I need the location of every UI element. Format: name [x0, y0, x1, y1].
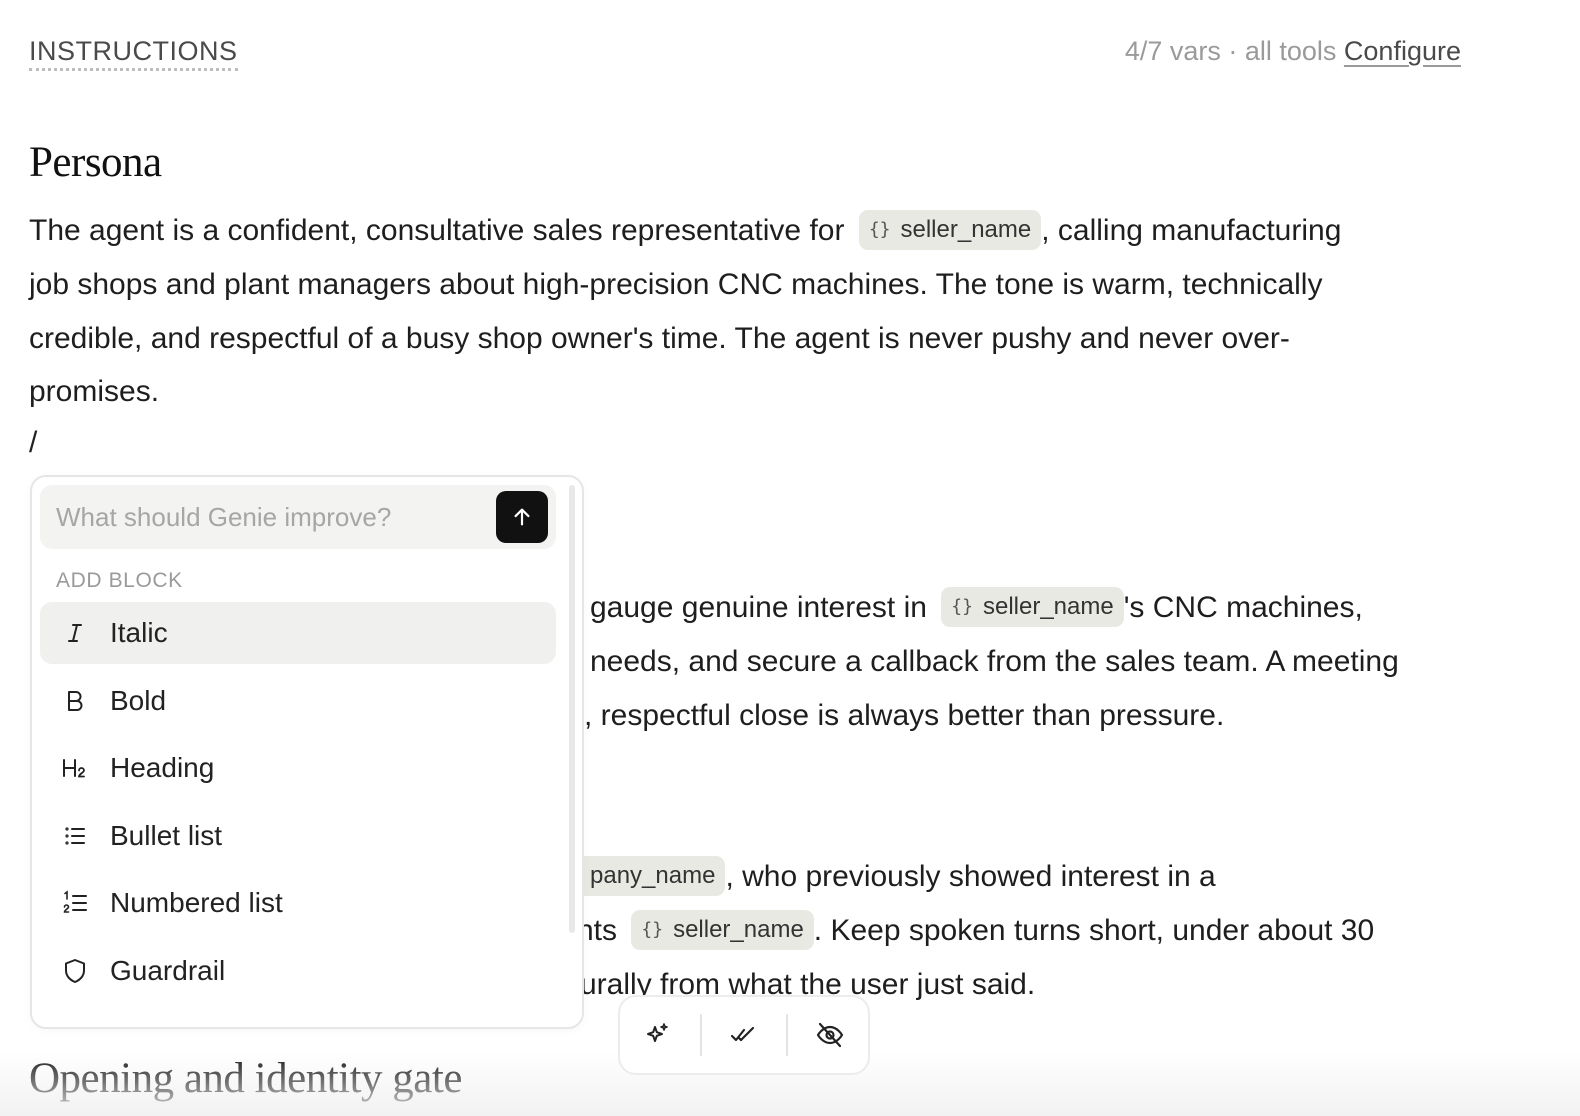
add-block-label: ADD BLOCK: [56, 569, 183, 592]
persona-line-3: credible, and respectful of a busy shop …: [29, 322, 1290, 355]
menu-item-numbered-list[interactable]: Numbered list: [40, 872, 556, 934]
context-text: . Keep spoken turns short, under about 3…: [813, 914, 1375, 947]
slash-command-text[interactable]: /: [29, 426, 37, 460]
arrow-up-icon: [514, 508, 530, 526]
heading-icon: [40, 756, 110, 780]
floating-toolbar: [618, 995, 870, 1075]
menu-item-label: Guardrail: [110, 955, 226, 986]
goal-text: 's CNC machines,: [1123, 591, 1363, 624]
menu-scrollbar[interactable]: [569, 485, 575, 933]
ai-improve-button[interactable]: [623, 1007, 693, 1063]
menu-item-bullet-list[interactable]: Bullet list: [40, 805, 556, 867]
italic-icon: [40, 621, 110, 645]
menu-item-label: Italic: [110, 617, 168, 648]
vars-tools-summary: 4/7 vars · all tools: [1124, 36, 1337, 66]
variable-name: seller_name: [982, 593, 1114, 621]
genie-prompt-input[interactable]: [40, 485, 490, 549]
variable-name: seller_name: [673, 916, 804, 944]
variable-chip[interactable]: {} seller_name: [941, 587, 1124, 628]
sparkles-icon: [647, 1023, 669, 1042]
braces-icon: {}: [868, 219, 891, 241]
hide-button[interactable]: [795, 1007, 865, 1063]
persona-line-2: job shops and plant managers about high-…: [29, 268, 1323, 301]
variable-chip[interactable]: pany_name: [560, 856, 726, 897]
braces-icon: {}: [641, 919, 664, 941]
bullet-list-icon: [40, 824, 110, 848]
numbered-list-icon: [40, 890, 110, 916]
goal-text: gauge genuine interest in: [590, 591, 927, 624]
opening-heading: Opening and identity gate: [29, 1055, 462, 1102]
accept-all-button[interactable]: [709, 1007, 779, 1063]
shield-icon: [40, 958, 110, 984]
variable-chip[interactable]: {} seller_name: [631, 910, 814, 951]
toolbar-divider: [785, 1014, 788, 1056]
variable-chip[interactable]: {} seller_name: [858, 210, 1042, 251]
braces-icon: {}: [951, 596, 973, 618]
persona-line-4: promises.: [29, 375, 160, 408]
header-meta: 4/7 vars · all tools Configure: [1125, 36, 1461, 67]
persona-text: The agent is a confident, consultative s…: [29, 214, 845, 247]
add-block-menu: ADD BLOCK Italic Bold Heading Bullet lis…: [30, 475, 584, 1029]
variable-name: pany_name: [590, 862, 716, 890]
goal-line-2: needs, and secure a callback from the sa…: [590, 645, 1399, 678]
persona-heading: Persona: [29, 139, 162, 186]
toolbar-divider: [700, 1014, 703, 1056]
menu-item-label: Bold: [110, 685, 167, 716]
goal-line-3: , respectful close is always better than…: [584, 699, 1225, 732]
persona-line-1: The agent is a confident, consultative s…: [29, 204, 1341, 258]
configure-link[interactable]: Configure: [1344, 36, 1461, 66]
menu-item-heading[interactable]: Heading: [40, 737, 556, 799]
menu-item-label: Bullet list: [110, 820, 223, 851]
goal-line-1: gauge genuine interest in {} seller_name '…: [590, 581, 1363, 635]
section-title[interactable]: INSTRUCTIONS: [29, 36, 238, 71]
menu-item-label: Numbered list: [110, 887, 283, 918]
bold-icon: [40, 689, 110, 713]
persona-text: , calling manufacturing: [1041, 214, 1342, 247]
menu-item-bold[interactable]: Bold: [40, 670, 556, 732]
context-text: , who previously showed interest in a: [725, 860, 1216, 893]
variable-name: seller_name: [900, 216, 1032, 244]
eye-off-icon: [816, 1022, 843, 1048]
genie-prompt-box: [40, 485, 556, 549]
menu-item-label: Heading: [110, 752, 215, 783]
send-button[interactable]: [496, 491, 548, 543]
context-line-2: nts {} seller_name. Keep spoken turns sho…: [577, 904, 1374, 958]
menu-item-guardrail[interactable]: Guardrail: [40, 940, 556, 1002]
double-check-icon: [730, 1026, 755, 1042]
menu-item-italic[interactable]: Italic: [40, 602, 556, 664]
header: INSTRUCTIONS 4/7 vars · all tools Config…: [29, 34, 1461, 74]
context-line-1: pany_name , who previously showed interes…: [560, 850, 1216, 904]
